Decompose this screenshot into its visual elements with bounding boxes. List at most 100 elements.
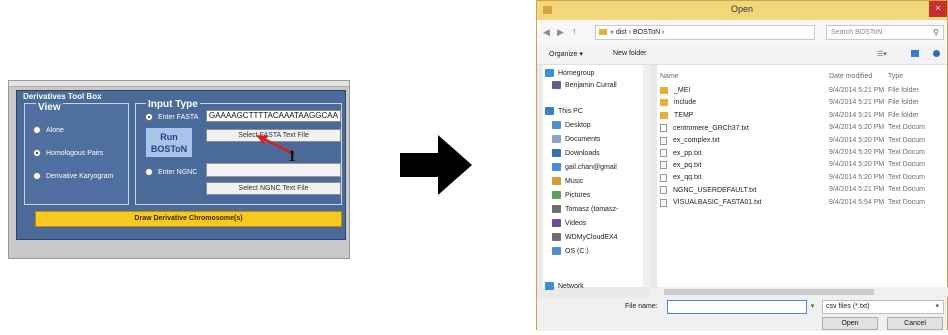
file-type-select[interactable]: csv files (*.txt) ▾ xyxy=(822,300,944,314)
column-header-name[interactable]: Name xyxy=(660,73,679,80)
chevron-down-icon[interactable]: ▾ xyxy=(807,300,818,314)
nav-item-label: Music xyxy=(565,177,584,185)
nav-item[interactable]: This PC xyxy=(545,107,583,115)
radio-icon[interactable] xyxy=(33,172,41,180)
folder-icon xyxy=(660,99,668,107)
breadcrumb[interactable]: « dist › BOSToN › xyxy=(595,25,815,40)
folder-icon xyxy=(660,87,668,94)
column-header-type[interactable]: Type xyxy=(888,73,903,80)
ngnc-input[interactable] xyxy=(206,163,341,177)
desktop-icon xyxy=(552,121,561,129)
file-name-cell: TEMP xyxy=(660,111,693,119)
file-row[interactable]: NGNC_USERDEFAULT.txt 9/4/2014 5:21 PM Text… xyxy=(657,185,947,197)
nav-item-label: This PC xyxy=(558,107,583,115)
file-type: Text Docum xyxy=(888,161,925,169)
right-arrow-icon xyxy=(400,135,472,195)
file-name: ex_qq.txt xyxy=(673,174,702,182)
view-option-alone[interactable]: Alone xyxy=(33,126,64,134)
cancel-button[interactable]: Cancel xyxy=(887,317,943,330)
nav-item[interactable]: Tomasz (tomasz- xyxy=(552,205,618,213)
file-name: centromere_GRCh37.txt xyxy=(673,124,749,132)
file-row[interactable]: centromere_GRCh37.txt 9/4/2014 5:20 PM Tex… xyxy=(657,123,947,135)
input-option-ngnc[interactable]: Enter NGNC xyxy=(145,168,197,176)
chevron-down-icon: ▾ xyxy=(935,303,939,310)
file-date: 9/4/2014 5:21 PM xyxy=(829,87,885,94)
nav-item-label: Homegroup xyxy=(558,69,595,77)
file-name-input[interactable] xyxy=(667,300,807,314)
pictures-icon xyxy=(552,191,561,199)
breadcrumb-path: « dist › BOSToN › xyxy=(610,29,665,36)
radio-selected-icon[interactable] xyxy=(33,149,41,157)
view-option-label: Homologous Pairs xyxy=(46,149,104,157)
search-placeholder: Search BOSToN xyxy=(831,29,883,36)
nav-item[interactable]: Documents xyxy=(552,135,600,143)
nav-item[interactable]: Desktop xyxy=(552,121,591,129)
file-date: 9/4/2014 5:21 PM xyxy=(829,111,885,119)
nav-item-label: Documents xyxy=(565,135,601,143)
view-option-derivative-karyogram[interactable]: Derivative Karyogram xyxy=(33,172,113,180)
radio-selected-icon[interactable] xyxy=(145,113,153,121)
file-type: Text Docum xyxy=(888,136,925,144)
file-date: 9/4/2014 5:54 PM xyxy=(829,198,885,206)
nav-item[interactable]: Pictures xyxy=(552,191,590,199)
scrollbar-thumb[interactable] xyxy=(664,289,874,295)
nav-item-label: Videos xyxy=(565,219,587,227)
radio-icon[interactable] xyxy=(33,126,41,134)
file-row[interactable]: ex_pq.txt 9/4/2014 5:20 PM Text Docum xyxy=(657,160,947,172)
draw-derivative-button[interactable]: Draw Derivative Chromosome(s) xyxy=(35,211,342,227)
nav-item[interactable]: Music xyxy=(552,177,583,185)
file-name-cell: ex_qq.txt xyxy=(660,173,702,182)
nav-item[interactable]: Videos xyxy=(552,219,586,227)
input-option-fasta[interactable]: Enter FASTA xyxy=(145,113,198,121)
new-folder-button[interactable]: New folder xyxy=(613,50,646,57)
toolbox-title: Derivatives Tool Box xyxy=(23,92,102,101)
nav-item[interactable]: Homegroup xyxy=(545,69,595,77)
input-option-label: Enter NGNC xyxy=(158,168,198,176)
open-button[interactable]: Open xyxy=(822,317,878,330)
file-row[interactable]: _MEI 9/4/2014 5:21 PM File folder xyxy=(657,86,947,98)
select-ngnc-file-button[interactable]: Select NGNC Text File xyxy=(206,182,341,195)
nav-item[interactable]: WDMyCloudEX4 xyxy=(552,233,618,241)
view-options-icon[interactable]: ☰▾ xyxy=(877,50,887,58)
view-option-homologous-pairs[interactable]: Homologous Pairs xyxy=(33,149,103,157)
search-input[interactable]: Search BOSToN ⚲ xyxy=(826,25,944,40)
file-row[interactable]: ex_qq.txt 9/4/2014 5:20 PM Text Docum xyxy=(657,173,947,185)
nav-item[interactable]: Benjamin Currall xyxy=(552,81,617,89)
file-type: File folder xyxy=(888,99,919,107)
file-row[interactable]: include 9/4/2014 5:21 PM File folder xyxy=(657,98,947,110)
organize-menu[interactable]: Organize ▾ xyxy=(549,50,583,58)
preview-pane-icon[interactable] xyxy=(911,50,919,57)
nav-item[interactable]: OS (C:) xyxy=(552,247,589,255)
back-icon[interactable]: ◀ xyxy=(543,27,550,38)
computer-icon xyxy=(545,107,554,115)
file-type: Text Docum xyxy=(888,186,925,194)
text-file-icon xyxy=(660,124,667,133)
file-name: ex_pq.txt xyxy=(673,161,702,169)
address-bar-row: ◀ ▶ ↑ « dist › BOSToN › Search BOSToN ⚲ xyxy=(537,20,947,44)
nav-item[interactable]: Network xyxy=(545,282,584,290)
nav-item[interactable]: gail.chan@gmail xyxy=(552,163,617,171)
text-file-icon xyxy=(660,173,667,182)
column-header-date[interactable]: Date modified xyxy=(829,73,872,80)
radio-icon[interactable] xyxy=(145,168,153,176)
nav-item[interactable]: Downloads xyxy=(552,149,600,157)
close-button[interactable]: × xyxy=(929,1,947,17)
fasta-sequence-input[interactable]: GAAAAGCTTTTACAAATAAGGCAA xyxy=(206,110,341,122)
input-type-group: Input Type Enter FASTA GAAAAGCTTTTACAAAT… xyxy=(135,99,342,205)
help-icon[interactable] xyxy=(933,50,940,57)
file-row[interactable]: VISUALBASIC_FASTA01.txt 9/4/2014 5:54 PM T… xyxy=(657,198,947,210)
view-option-label: Alone xyxy=(46,126,64,134)
up-icon[interactable]: ↑ xyxy=(572,26,577,36)
view-group: View Alone Homologous Pairs Derivative K… xyxy=(24,102,129,205)
nav-pane-scrollbar[interactable] xyxy=(643,65,650,287)
forward-icon[interactable]: ▶ xyxy=(557,27,564,38)
input-option-label: Enter FASTA xyxy=(158,113,199,121)
run-boston-button[interactable]: Run BOSToN xyxy=(145,127,193,158)
videos-icon xyxy=(552,219,561,227)
network-icon xyxy=(545,282,554,290)
file-name: ex_complex.txt xyxy=(673,137,720,145)
file-row[interactable]: TEMP 9/4/2014 5:21 PM File folder xyxy=(657,111,947,123)
file-row[interactable]: ex_complex.txt 9/4/2014 5:20 PM Text Docum xyxy=(657,136,947,148)
horizontal-scrollbar[interactable] xyxy=(650,287,948,297)
file-row[interactable]: ex_pp.txt 9/4/2014 5:20 PM Text Docum xyxy=(657,148,947,160)
